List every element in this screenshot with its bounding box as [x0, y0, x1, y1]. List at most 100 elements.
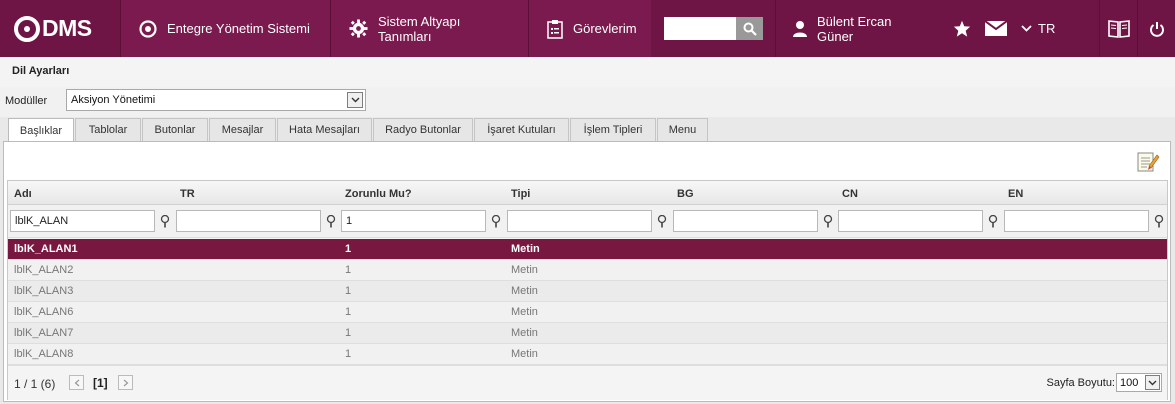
nav-label: Sistem Altyapı Tanımları: [378, 13, 461, 44]
data-grid: Adı TR Zorunlu Mu? Tipi BG CN EN lblK_AL…: [7, 180, 1168, 400]
filter-funnel-icon[interactable]: [325, 213, 337, 229]
table-cell: Metin: [511, 327, 538, 339]
nav-entegre-yonetim[interactable]: Entegre Yönetim Sistemi: [120, 0, 330, 57]
column-header[interactable]: Zorunlu Mu?: [345, 188, 412, 200]
table-cell: Metin: [511, 243, 540, 255]
module-select-value: Aksiyon Yönetimi: [71, 94, 156, 106]
chevron-down-icon[interactable]: [347, 92, 363, 108]
search-input[interactable]: [664, 17, 736, 40]
filter-funnel-icon[interactable]: [656, 213, 668, 229]
filter-input[interactable]: [507, 210, 652, 232]
filter-input[interactable]: [1004, 210, 1149, 232]
table-row[interactable]: lblK_ALAN8 1 Metin: [8, 344, 1167, 365]
search-area: [651, 0, 775, 57]
chevron-down-icon[interactable]: [1145, 375, 1160, 390]
user-icon: [792, 20, 808, 37]
mail-icon[interactable]: [985, 21, 1007, 36]
table-cell: 1: [345, 348, 352, 360]
language-label[interactable]: TR: [1038, 21, 1055, 36]
module-select[interactable]: Aksiyon Yönetimi: [66, 89, 366, 111]
column-header[interactable]: EN: [1008, 188, 1023, 200]
tab-bar: Başlıklar Tablolar Butonlar Mesajlar Hat…: [8, 118, 709, 142]
filter-funnel-icon[interactable]: [987, 213, 999, 229]
table-cell: lblK_ALAN1: [14, 243, 78, 255]
tab-menu[interactable]: Menu: [657, 118, 708, 141]
filter-funnel-icon[interactable]: [1153, 213, 1165, 229]
table-cell: Metin: [511, 285, 538, 297]
tab-butonlar[interactable]: Butonlar: [142, 118, 208, 141]
module-label: Modüller: [5, 95, 48, 107]
column-header[interactable]: TR: [180, 188, 195, 200]
clipboard-icon: [547, 19, 563, 39]
tab-tablolar[interactable]: Tablolar: [75, 118, 141, 141]
filter-input[interactable]: [341, 210, 486, 232]
table-cell: lblK_ALAN8: [14, 348, 74, 360]
tab-islem-tipleri[interactable]: İşlem Tipleri: [570, 118, 656, 141]
filter-cell: [838, 210, 983, 233]
page-size-select[interactable]: 100: [1116, 373, 1162, 392]
page-size-value: 100: [1120, 377, 1139, 389]
logo[interactable]: DMS: [0, 0, 120, 57]
table-cell: 1: [345, 243, 352, 255]
table-row[interactable]: lblK_ALAN6 1 Metin: [8, 302, 1167, 323]
current-page[interactable]: [1]: [93, 376, 108, 390]
logo-text: DMS: [42, 15, 92, 41]
table-cell: Metin: [511, 306, 538, 318]
filter-cell: [176, 210, 321, 233]
table-row[interactable]: lblK_ALAN3 1 Metin: [8, 281, 1167, 302]
grid-header: Adı TR Zorunlu Mu? Tipi BG CN EN: [8, 181, 1167, 205]
table-cell: Metin: [511, 264, 538, 276]
edit-icon[interactable]: [1136, 149, 1160, 176]
tab-basliklar[interactable]: Başlıklar: [8, 118, 74, 142]
user-menu[interactable]: Bülent Ercan Güner: [775, 0, 941, 57]
filter-cell: [341, 210, 486, 233]
help-book-button[interactable]: [1099, 0, 1137, 57]
target-icon: [139, 19, 157, 38]
pager-info: 1 / 1 (6): [14, 377, 56, 391]
book-icon: [1107, 19, 1130, 38]
table-row[interactable]: lblK_ALAN1 1 Metin: [8, 239, 1167, 260]
gear-icon: [349, 19, 368, 38]
page-size-label: Sayfa Boyutu:: [1046, 377, 1116, 389]
filter-funnel-icon[interactable]: [822, 213, 834, 229]
table-cell: lblK_ALAN6: [14, 306, 74, 318]
filter-input[interactable]: [838, 210, 983, 232]
table-row[interactable]: lblK_ALAN7 1 Metin: [8, 323, 1167, 344]
table-cell: lblK_ALAN7: [14, 327, 74, 339]
filter-input[interactable]: [176, 210, 321, 232]
column-header[interactable]: BG: [677, 188, 694, 200]
table-row[interactable]: lblK_ALAN2 1 Metin: [8, 260, 1167, 281]
prev-page-button[interactable]: [69, 375, 84, 390]
tab-isaret-kutulari[interactable]: İşaret Kutuları: [474, 118, 569, 141]
nav-sistem-altyapi[interactable]: Sistem Altyapı Tanımları: [330, 0, 528, 57]
table-cell: 1: [345, 327, 352, 339]
filter-funnel-icon[interactable]: [159, 213, 171, 229]
module-row: Modüller Aksiyon Yönetimi: [0, 87, 1175, 117]
filter-cell: [1004, 210, 1149, 233]
star-icon[interactable]: [953, 20, 971, 37]
filter-input[interactable]: [673, 210, 818, 232]
chevron-down-icon[interactable]: [1021, 25, 1032, 32]
title-bar: Dil Ayarları: [0, 57, 1175, 87]
tab-mesajlar[interactable]: Mesajlar: [209, 118, 276, 141]
nav-gorevlerim[interactable]: Görevlerim: [528, 0, 651, 57]
column-header[interactable]: CN: [842, 188, 858, 200]
filter-funnel-icon[interactable]: [490, 213, 502, 229]
filter-cell: [507, 210, 652, 233]
tab-radyo-butonlar[interactable]: Radyo Butonlar: [373, 118, 473, 141]
nav-label: Entegre Yönetim Sistemi: [167, 21, 310, 36]
power-icon: [1149, 21, 1164, 37]
page-title: Dil Ayarları: [12, 65, 70, 77]
search-button[interactable]: [736, 17, 763, 40]
chevron-right-icon: [123, 379, 128, 386]
qdms-q-icon: [14, 15, 40, 42]
next-page-button[interactable]: [118, 375, 133, 390]
filter-row: [8, 205, 1167, 238]
filter-input[interactable]: [10, 210, 155, 232]
column-header[interactable]: Tipi: [511, 188, 530, 200]
search-icon: [743, 22, 757, 36]
column-header[interactable]: Adı: [14, 188, 32, 200]
tab-hata-mesajlari[interactable]: Hata Mesajları: [277, 118, 372, 141]
content-panel: Adı TR Zorunlu Mu? Tipi BG CN EN lblK_AL…: [3, 141, 1171, 402]
logout-button[interactable]: [1137, 0, 1175, 57]
